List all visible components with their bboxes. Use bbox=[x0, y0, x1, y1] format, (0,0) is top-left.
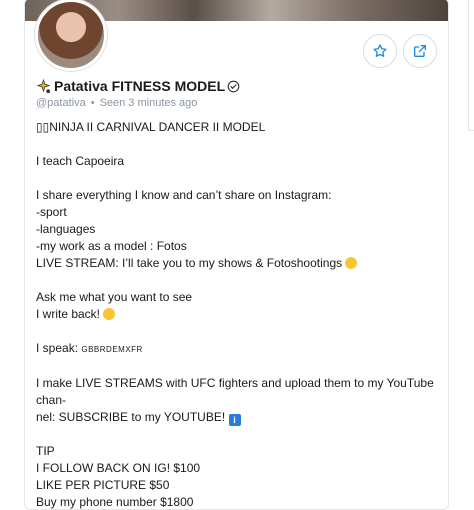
bio-line: -my work as a model : Fotos bbox=[36, 239, 187, 253]
profile-bio: ▯▯NINJA II CARNIVAL DANCER II MODEL I te… bbox=[36, 119, 438, 509]
bio-line: LIVE STREAM: I’ll take you to my shows &… bbox=[36, 255, 436, 272]
star-icon bbox=[373, 44, 387, 57]
wink-kiss-emoji-icon bbox=[103, 308, 116, 320]
profile-meta: @patativa • Seen 3 minutes ago bbox=[36, 97, 197, 109]
profile-card: Patativa FITNESS MODEL @patativa • Seen 3 … bbox=[24, 0, 449, 510]
username: @patativa bbox=[36, 97, 86, 109]
bio-line: nel: SUBSCRIBE to my YOUTUBE! i bbox=[36, 409, 436, 426]
display-name: Patativa FITNESS MODEL bbox=[54, 78, 226, 94]
favorite-button[interactable] bbox=[363, 34, 397, 68]
smirk-emoji-icon bbox=[345, 257, 358, 269]
profile-name-row: Patativa FITNESS MODEL bbox=[36, 78, 240, 94]
bio-line: TIP bbox=[36, 444, 55, 458]
bio-line: I share everything I know and can’t shar… bbox=[36, 188, 332, 202]
bio-line: I speak: GBBRDEMXFR bbox=[36, 341, 143, 355]
bio-line: ▯▯NINJA II CARNIVAL DANCER II MODEL bbox=[36, 120, 266, 134]
side-panel-edge bbox=[468, 0, 474, 131]
bio-line: LIKE PER PICTURE $50 bbox=[36, 478, 170, 492]
bio-line: I FOLLOW BACK ON IG! $100 bbox=[36, 461, 201, 475]
bio-line: I make LIVE STREAMS with UFC fighters an… bbox=[36, 376, 438, 407]
bio-line: -languages bbox=[36, 222, 96, 236]
avatar[interactable] bbox=[35, 0, 107, 71]
bio-line: -sport bbox=[36, 205, 67, 219]
info-icon: i bbox=[228, 414, 241, 426]
language-flags: GBBRDEMXFR bbox=[81, 345, 143, 354]
bio-line: Buy my phone number $1800 bbox=[36, 495, 194, 509]
verified-icon bbox=[227, 80, 240, 92]
last-seen: Seen 3 minutes ago bbox=[99, 97, 198, 109]
bio-line: I teach Capoeira bbox=[36, 154, 125, 168]
meta-separator: • bbox=[90, 97, 95, 109]
share-button[interactable] bbox=[403, 34, 437, 68]
bio-line: I write back! bbox=[36, 306, 436, 323]
share-icon bbox=[414, 45, 426, 57]
bio-line: Ask me what you want to see bbox=[36, 290, 193, 304]
sparkle-badge-icon bbox=[36, 78, 51, 93]
